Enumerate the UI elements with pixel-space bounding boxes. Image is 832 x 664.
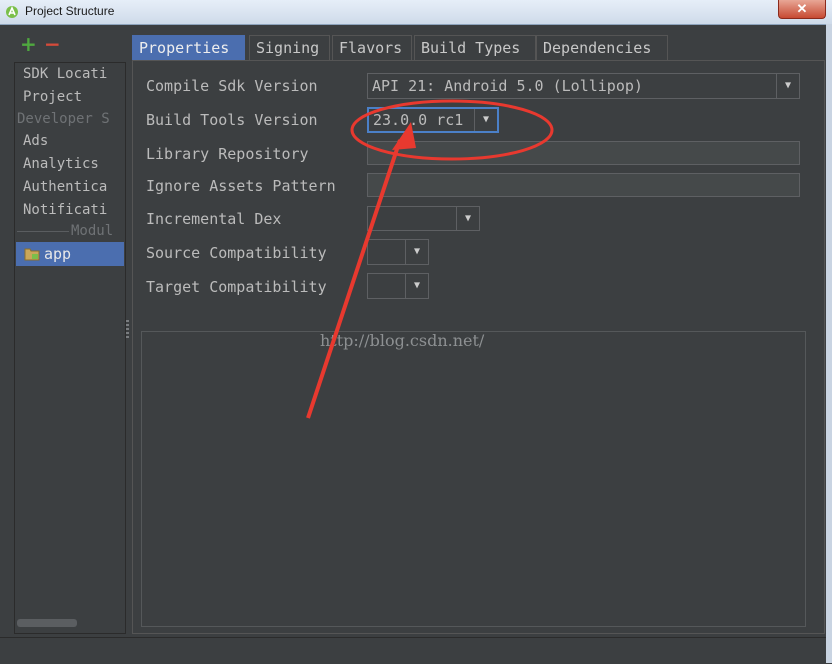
compile-sdk-label: Compile Sdk Version (146, 77, 318, 95)
tab-build-types[interactable]: Build Types (414, 35, 536, 60)
close-button[interactable]: ✕ (778, 0, 826, 19)
tab-signing[interactable]: Signing (249, 35, 330, 60)
android-studio-icon (6, 5, 18, 18)
compile-sdk-value: API 21: Android 5.0 (Lollipop) (372, 77, 643, 95)
tab-dependencies[interactable]: Dependencies (536, 35, 668, 60)
chevron-down-icon: ▼ (405, 274, 428, 298)
sidebar-header-developer-services: Developer S (17, 111, 110, 127)
chevron-down-icon: ▼ (405, 240, 428, 264)
window-title: Project Structure (25, 4, 115, 18)
build-tools-value: 23.0.0 rc1 (373, 111, 464, 129)
modules-divider (17, 231, 69, 232)
add-module-button[interactable]: + (20, 34, 37, 54)
sidebar-header-modules: Modul (71, 223, 114, 239)
sidebar-item-notifications[interactable]: Notificati (23, 199, 107, 221)
tab-flavors[interactable]: Flavors (332, 35, 412, 60)
sidebar-item-app[interactable]: app (16, 242, 124, 266)
splitter-handle[interactable] (126, 320, 129, 340)
module-sidebar: SDK Locati Project Developer S Ads Analy… (14, 62, 126, 634)
target-compatibility-label: Target Compatibility (146, 278, 327, 296)
watermark-text: http://blog.csdn.net/ (320, 331, 485, 350)
sidebar-item-ads[interactable]: Ads (23, 130, 48, 152)
sidebar-scrollbar[interactable] (17, 619, 77, 627)
source-compatibility-label: Source Compatibility (146, 244, 327, 262)
incremental-dex-label: Incremental Dex (146, 210, 282, 228)
library-repository-input[interactable] (367, 141, 800, 165)
compile-sdk-select[interactable]: API 21: Android 5.0 (Lollipop) ▼ (367, 73, 800, 99)
sidebar-item-label: app (44, 245, 72, 263)
chevron-down-icon: ▼ (474, 109, 497, 131)
ignore-assets-input[interactable] (367, 173, 800, 197)
window-border (826, 24, 832, 663)
dialog-bottom-bar (0, 637, 832, 664)
sidebar-item-analytics[interactable]: Analytics (23, 153, 99, 175)
sidebar-item-project[interactable]: Project (23, 86, 82, 108)
target-compatibility-select[interactable]: ▼ (367, 273, 429, 299)
chevron-down-icon: ▼ (456, 207, 479, 230)
details-area (141, 331, 806, 627)
build-tools-select[interactable]: 23.0.0 rc1 ▼ (367, 107, 499, 133)
chevron-down-icon: ▼ (776, 74, 799, 98)
title-bar: Project Structure ✕ (0, 0, 832, 25)
tab-properties[interactable]: Properties (132, 35, 245, 60)
sidebar-item-authentication[interactable]: Authentica (23, 176, 107, 198)
sidebar-item-sdk-location[interactable]: SDK Locati (23, 63, 107, 85)
library-repository-label: Library Repository (146, 145, 309, 163)
incremental-dex-select[interactable]: ▼ (367, 206, 480, 231)
remove-module-button[interactable]: − (44, 34, 61, 54)
build-tools-label: Build Tools Version (146, 111, 318, 129)
folder-module-icon (24, 248, 40, 261)
ignore-assets-label: Ignore Assets Pattern (146, 177, 336, 195)
source-compatibility-select[interactable]: ▼ (367, 239, 429, 265)
